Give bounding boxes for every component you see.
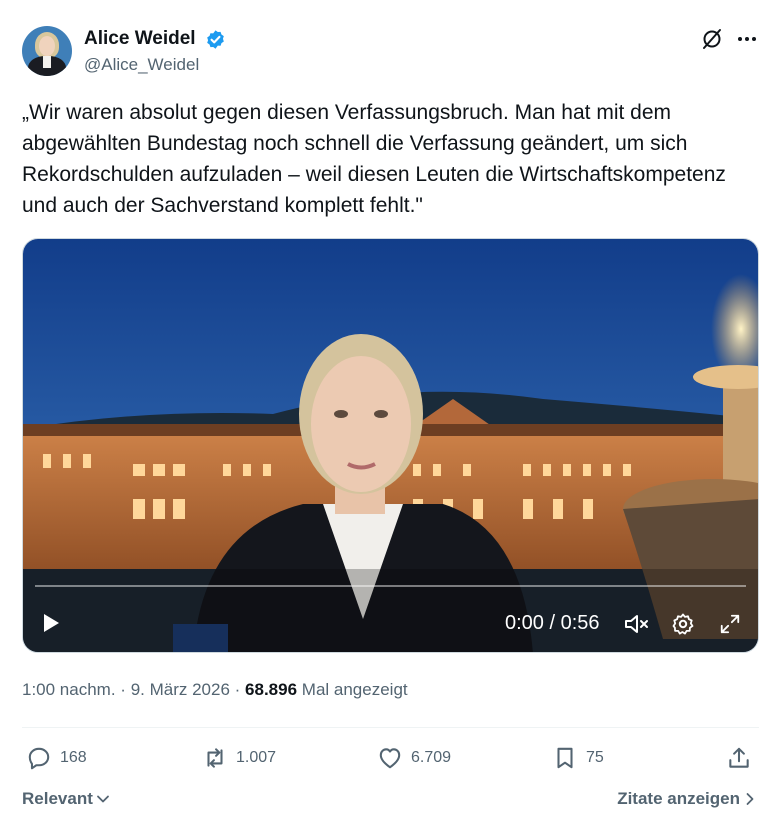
play-icon[interactable] xyxy=(39,611,63,635)
more-options-icon[interactable] xyxy=(735,27,759,51)
like-button[interactable]: 6.709 xyxy=(377,744,451,772)
reply-icon xyxy=(28,747,50,770)
bookmark-count: 75 xyxy=(586,749,604,766)
share-icon xyxy=(729,747,749,768)
meta-separator: · xyxy=(120,680,131,699)
volume-muted-icon[interactable] xyxy=(623,612,651,636)
grok-icon[interactable] xyxy=(700,27,724,51)
view-count: 68.896 xyxy=(245,680,298,699)
heart-icon xyxy=(379,748,401,769)
chevron-down-icon xyxy=(96,795,109,803)
fullscreen-icon[interactable] xyxy=(719,613,741,635)
author-name[interactable]: Alice Weidel xyxy=(84,28,196,50)
verified-badge-icon xyxy=(207,30,224,49)
avatar-collar xyxy=(43,56,51,68)
sort-replies-dropdown[interactable]: Relevant xyxy=(22,789,110,809)
view-quotes-link[interactable]: Zitate anzeigen xyxy=(617,789,757,809)
video-progress-bar[interactable] xyxy=(35,585,746,587)
repost-count: 1.007 xyxy=(236,749,277,766)
share-button[interactable] xyxy=(726,744,760,772)
tweet-time[interactable]: 1:00 nachm. xyxy=(22,680,116,699)
chevron-right-icon xyxy=(746,793,754,805)
tweet-text: „Wir waren absolut gegen diesen Verfassu… xyxy=(22,101,726,217)
video-player[interactable]: 0:00 / 0:56 xyxy=(22,238,759,653)
meta-separator: · xyxy=(234,680,246,699)
bookmark-button[interactable]: 75 xyxy=(552,744,604,772)
author-handle[interactable]: @Alice_Weidel xyxy=(84,55,199,75)
reply-button[interactable]: 168 xyxy=(26,744,87,772)
tweet-meta: 1:00 nachm. · 9. März 2026 · 68.896 Mal … xyxy=(22,680,408,700)
video-time-display: 0:00 / 0:56 xyxy=(505,612,600,634)
tweet-date[interactable]: 9. März 2026 xyxy=(131,680,230,699)
reply-count: 168 xyxy=(60,749,87,766)
author-avatar[interactable] xyxy=(22,26,72,76)
repost-icon xyxy=(207,748,223,768)
avatar-face xyxy=(39,36,55,56)
views-label: Mal angezeigt xyxy=(301,680,408,699)
bookmark-icon xyxy=(557,747,573,769)
video-frame xyxy=(23,239,758,652)
like-count: 6.709 xyxy=(411,749,452,766)
divider xyxy=(22,727,759,728)
quotes-label: Zitate anzeigen xyxy=(617,789,740,808)
repost-button[interactable]: 1.007 xyxy=(202,744,276,772)
settings-gear-icon[interactable] xyxy=(671,612,695,636)
sort-label: Relevant xyxy=(22,789,93,808)
